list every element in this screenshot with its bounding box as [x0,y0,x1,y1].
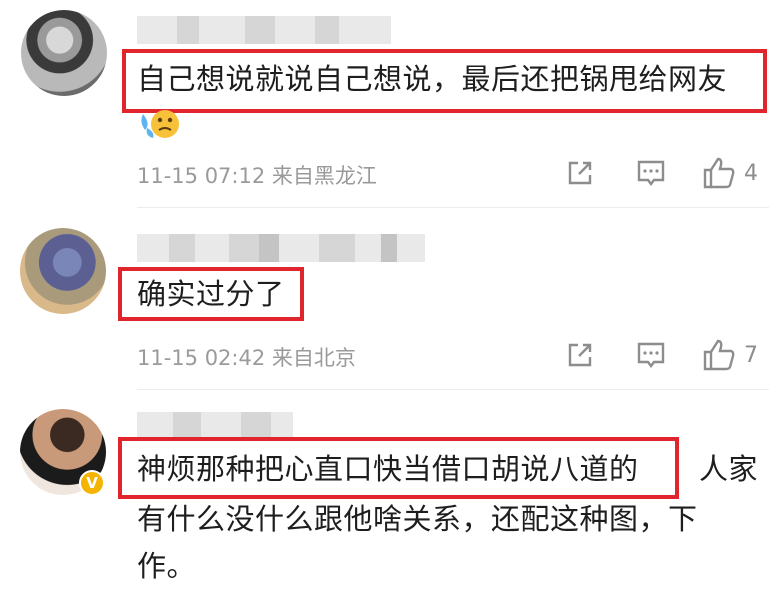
share-button[interactable] [565,158,595,188]
comment-time: 11-15 07:12 [137,164,266,188]
comment-text: 自己想说就说自己想说，最后还把锅甩给网友 [137,62,728,96]
comment-meta: 11-15 07:12 来自黑龙江 [137,160,377,190]
like-count: 7 [744,342,758,368]
comment-text: 人家 [699,452,759,486]
verified-badge-icon: V [79,470,105,496]
share-button[interactable] [565,340,595,370]
username-redacted[interactable] [137,16,391,44]
comment-time: 11-15 02:42 [137,346,266,370]
divider [137,389,769,390]
comment-meta: 11-15 02:42 来自北京 [137,342,356,372]
comment-button[interactable] [636,158,666,188]
thumbs-up-icon [703,157,735,189]
comment-text: 作。 [137,549,197,583]
username-redacted[interactable] [137,234,425,262]
username-redacted[interactable] [137,412,293,440]
like-button[interactable]: 7 [702,338,758,372]
comment-text: 有什么没什么跟他啥关系，还配这种图，下 [137,502,698,536]
comment-icon [637,160,665,186]
comment-text-highlighted: 神烦那种把心直口快当借口胡说八道的 [137,452,639,486]
like-count: 4 [744,160,758,186]
user-avatar[interactable] [21,10,107,96]
comment-location: 来自黑龙江 [271,164,377,188]
share-icon [568,343,592,367]
share-icon [568,161,592,185]
comment-icon [637,342,665,368]
crying-face-emoji-icon [141,110,179,138]
like-button[interactable]: 4 [702,156,758,190]
divider [137,207,769,208]
thumbs-up-icon [703,339,735,371]
comment-location: 来自北京 [271,346,356,370]
user-avatar[interactable] [20,228,106,314]
comment-button[interactable] [636,340,666,370]
comment-text: 确实过分了 [137,277,285,311]
